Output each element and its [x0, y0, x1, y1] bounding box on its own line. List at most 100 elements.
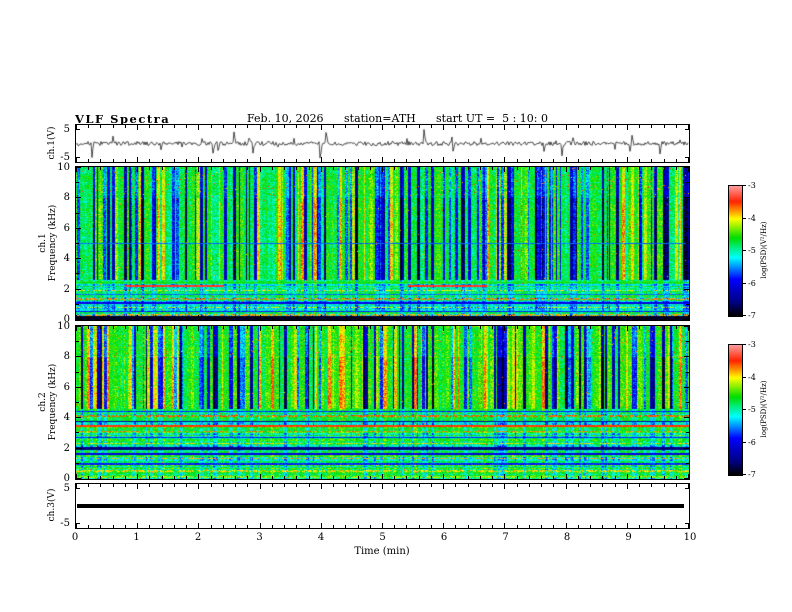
x-tick: [651, 326, 652, 329]
x-tick: [468, 525, 469, 528]
x-tick: [455, 167, 456, 170]
colorbar-ch2-label: log(PSD)(V²/Hz): [760, 380, 768, 438]
x-tick: [174, 476, 175, 479]
x-tick: [468, 167, 469, 170]
x-tick: [260, 167, 261, 172]
x-tick: [309, 317, 310, 320]
x-tick: [394, 167, 395, 170]
x-tick: [455, 476, 456, 479]
y-tick: [76, 157, 80, 158]
x-tick: [296, 476, 297, 479]
y-tick: [684, 478, 689, 479]
x-tick: [504, 474, 505, 479]
x-tick: [125, 484, 126, 487]
colorbar-ch2: [728, 344, 743, 476]
y-tick: [76, 182, 79, 183]
x-tick: [602, 525, 603, 528]
x-tick: [541, 167, 542, 170]
x-tick: [370, 476, 371, 479]
x-tick: [639, 326, 640, 329]
x-tick: [113, 167, 114, 170]
x-tick: [235, 525, 236, 528]
x-tick-label: 4: [317, 532, 325, 543]
x-tick: [578, 484, 579, 487]
x-tick: [174, 159, 175, 162]
colorbar-tick-dash: [743, 315, 746, 316]
x-tick: [394, 125, 395, 128]
x-tick: [602, 317, 603, 320]
x-tick: [284, 167, 285, 170]
y-tick: [686, 182, 689, 183]
x-tick: [88, 476, 89, 479]
x-tick: [553, 167, 554, 170]
x-tick: [602, 167, 603, 170]
x-tick: [125, 159, 126, 162]
x-tick: [358, 167, 359, 170]
x-tick: [627, 167, 628, 172]
x-tick: [419, 167, 420, 170]
x-tick: [309, 125, 310, 128]
x-tick: [664, 326, 665, 329]
y-tick-label: 6: [63, 382, 70, 393]
x-tick: [578, 125, 579, 128]
x-tick: [431, 476, 432, 479]
x-tick: [566, 523, 567, 528]
x-tick: [247, 484, 248, 487]
x-tick: [590, 125, 591, 128]
y-tick: [76, 243, 79, 244]
x-tick: [627, 484, 628, 489]
x-tick: [284, 159, 285, 162]
y-tick-label: 4: [63, 412, 70, 423]
x-tick: [137, 326, 138, 331]
y-tick: [684, 356, 689, 357]
x-tick: [517, 167, 518, 170]
x-tick: [676, 159, 677, 162]
x-tick: [321, 125, 322, 130]
x-tick: [517, 326, 518, 329]
x-tick: [504, 484, 505, 489]
x-tick: [419, 125, 420, 128]
x-tick: [382, 315, 383, 320]
x-tick: [553, 326, 554, 329]
x-tick: [529, 476, 530, 479]
x-tick: [198, 523, 199, 528]
x-tick: [235, 476, 236, 479]
x-tick: [651, 525, 652, 528]
x-tick: [100, 167, 101, 170]
ch3-flat-trace: [77, 504, 684, 508]
x-tick: [137, 125, 138, 130]
x-tick: [419, 525, 420, 528]
x-tick: [272, 326, 273, 329]
x-tick: [664, 484, 665, 487]
colorbar-tick-dash: [743, 250, 746, 251]
x-tick: [394, 525, 395, 528]
x-tick: [186, 476, 187, 479]
x-tick: [566, 125, 567, 130]
y-tick: [685, 488, 689, 489]
x-tick: [284, 476, 285, 479]
x-tick: [419, 159, 420, 162]
y-tick: [76, 387, 81, 388]
x-tick: [676, 484, 677, 487]
colorbar-ch1-label: log(PSD)(V²/Hz): [760, 221, 768, 279]
x-tick: [113, 525, 114, 528]
x-tick: [345, 484, 346, 487]
x-tick: [578, 167, 579, 170]
x-tick: [394, 159, 395, 162]
x-tick: [223, 326, 224, 329]
x-tick: [651, 484, 652, 487]
x-tick: [639, 476, 640, 479]
colorbar-tick-label: -7: [748, 470, 756, 479]
x-tick: [419, 317, 420, 320]
x-tick: [553, 525, 554, 528]
y-tick: [686, 213, 689, 214]
x-tick: [676, 326, 677, 329]
x-tick: [333, 484, 334, 487]
x-tick: [174, 484, 175, 487]
x-tick: [627, 315, 628, 320]
x-tick: [566, 157, 567, 162]
x-tick: [125, 326, 126, 329]
x-tick: [443, 167, 444, 172]
x-tick: [615, 326, 616, 329]
x-tick: [480, 159, 481, 162]
